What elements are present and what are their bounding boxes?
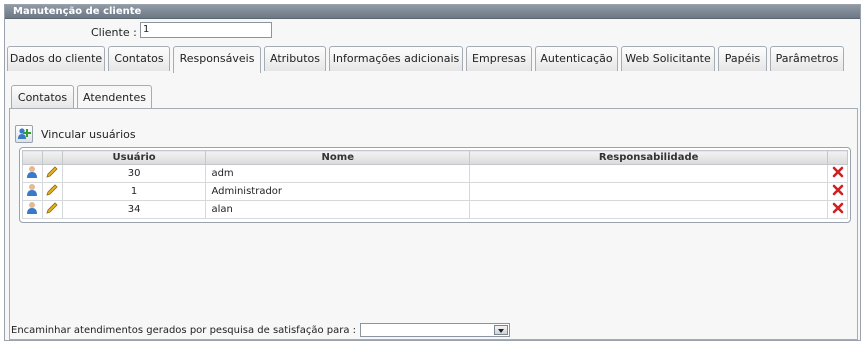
tab-contatos[interactable]: Contatos [108,46,170,71]
tab-responsaveis[interactable]: Responsáveis [173,46,261,73]
atendentes-table: Usuário Nome Responsabilidade 30 adm 1 A… [22,150,848,219]
footer-row: Encaminhar atendimentos gerados por pesq… [11,323,511,337]
client-row: Cliente : 1 [5,21,860,43]
chevron-down-icon[interactable] [494,325,509,335]
atendentes-panel [9,108,858,340]
delete-icon[interactable] [827,182,848,201]
delete-icon[interactable] [827,200,848,219]
tab-parametros[interactable]: Parâmetros [770,46,844,71]
client-field[interactable]: 1 [140,22,272,38]
user-icon[interactable] [22,182,43,201]
cell-nome: alan [205,200,471,219]
tab-atributos[interactable]: Atributos [264,46,326,71]
cell-usuario: 34 [61,200,207,219]
tab-dados-do-cliente[interactable]: Dados do cliente [7,46,105,71]
table-row[interactable]: 1 Administrador [22,182,848,201]
panel-title: Manutenção de cliente [5,5,860,19]
cell-usuario: 1 [61,182,207,201]
header-icon-col [22,150,43,165]
vincular-usuarios-label[interactable]: Vincular usuários [41,128,136,141]
header-edit-col [41,150,63,165]
tab-informacoes-adicionais[interactable]: Informações adicionais [329,46,463,71]
cell-nome: adm [205,164,471,183]
user-icon[interactable] [22,164,43,183]
cell-responsabilidade [469,200,829,219]
client-maintenance-panel: Manutenção de cliente Cliente : 1 Dados … [4,4,861,341]
header-delete-col [827,150,848,165]
edit-pencil-icon[interactable] [41,182,63,201]
edit-pencil-icon[interactable] [41,164,63,183]
table-row[interactable]: 30 adm [22,164,848,183]
atendentes-grid: Usuário Nome Responsabilidade 30 adm 1 A… [19,147,851,223]
header-nome[interactable]: Nome [205,150,471,165]
cell-responsabilidade [469,182,829,201]
encaminhar-select[interactable] [360,323,511,337]
tab-autenticacao[interactable]: Autenticação [535,46,618,71]
table-row[interactable]: 34 alan [22,200,848,219]
main-tabs: Dados do cliente Contatos Responsáveis A… [5,46,860,73]
subtab-contatos[interactable]: Contatos [11,85,74,109]
header-usuario[interactable]: Usuário [61,150,207,165]
delete-icon[interactable] [827,164,848,183]
edit-pencil-icon[interactable] [41,200,63,219]
tab-web-solicitante[interactable]: Web Solicitante [621,46,715,71]
user-icon[interactable] [22,200,43,219]
vincular-toolbar: Vincular usuários [15,125,136,143]
client-label: Cliente : [91,26,137,39]
cell-responsabilidade [469,164,829,183]
tab-empresas[interactable]: Empresas [466,46,532,71]
cell-usuario: 30 [61,164,207,183]
add-user-icon [18,128,31,139]
encaminhar-label: Encaminhar atendimentos gerados por pesq… [11,324,357,336]
table-header-row: Usuário Nome Responsabilidade [22,150,848,165]
tab-papeis[interactable]: Papéis [718,46,767,71]
cell-nome: Administrador [205,182,471,201]
header-responsabilidade[interactable]: Responsabilidade [469,150,829,165]
vincular-usuarios-button[interactable] [15,125,33,143]
